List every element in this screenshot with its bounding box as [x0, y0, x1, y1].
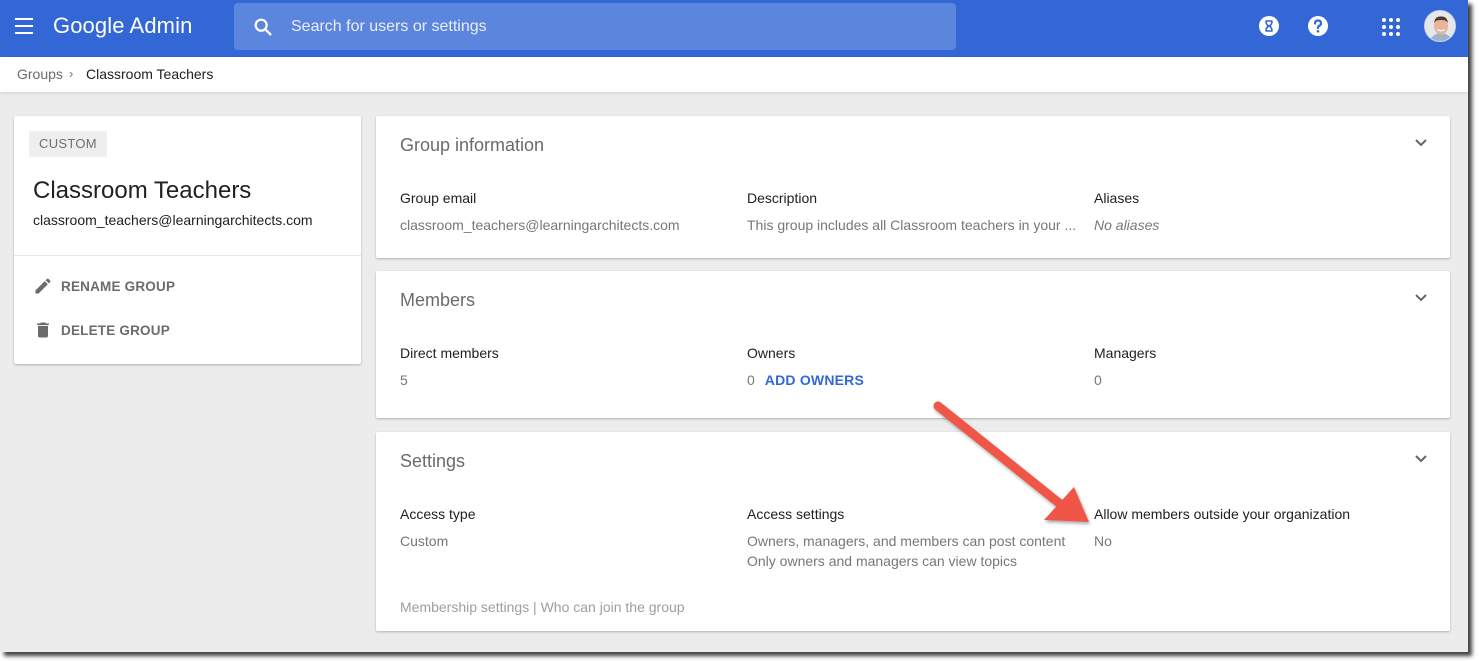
access-type-label: Access type: [400, 506, 476, 522]
group-email-value: classroom_teachers@learningarchitects.co…: [400, 217, 680, 233]
user-photo-icon: [1425, 11, 1455, 41]
search-input[interactable]: [291, 3, 931, 50]
app-title[interactable]: Google Admin: [53, 13, 192, 39]
external-members-label: Allow members outside your organization: [1094, 506, 1351, 522]
chevron-down-icon[interactable]: [1414, 454, 1428, 464]
app-window: Google Admin Search for users or setting…: [0, 0, 1468, 652]
owners-label: Owners: [747, 345, 796, 361]
settings-panel: Settings Access type Custom Access setti…: [376, 432, 1450, 631]
group-summary-card: CUSTOM Classroom Teachers classroom_teac…: [14, 116, 361, 364]
rename-group-button[interactable]: RENAME GROUP: [33, 274, 175, 298]
trash-icon: [37, 322, 49, 338]
description-label: Description: [747, 190, 818, 206]
access-settings-line-1: Owners, managers, and members can post c…: [747, 533, 1066, 549]
breadcrumb-groups-link[interactable]: Groups: [17, 66, 63, 82]
description-value: This group includes all Classroom teache…: [747, 217, 1077, 233]
group-information-panel: Group information Group email classroom_…: [376, 116, 1450, 258]
panel-title[interactable]: Settings: [400, 451, 465, 472]
owners-count: 0: [747, 372, 755, 388]
external-members-value: No: [1094, 533, 1112, 549]
access-settings-label: Access settings: [747, 506, 845, 522]
apps-grid-icon[interactable]: [1381, 17, 1401, 37]
chevron-down-icon[interactable]: [1414, 293, 1428, 303]
panel-title[interactable]: Members: [400, 290, 475, 311]
aliases-label: Aliases: [1094, 190, 1140, 206]
breadcrumb-current: Classroom Teachers: [86, 66, 214, 82]
search-icon[interactable]: [252, 16, 274, 38]
timer-icon[interactable]: [1258, 15, 1280, 37]
add-owners-button[interactable]: ADD OWNERS: [765, 372, 864, 388]
rename-group-label: RENAME GROUP: [61, 278, 176, 294]
managers-count: 0: [1094, 372, 1102, 388]
help-icon[interactable]: [1307, 15, 1329, 37]
search-bar[interactable]: [234, 3, 956, 50]
aliases-value: No aliases: [1094, 217, 1160, 233]
access-settings-line-2: Only owners and managers can view topics: [747, 553, 1018, 569]
delete-group-button[interactable]: DELETE GROUP: [33, 318, 170, 342]
direct-members-label: Direct members: [400, 345, 499, 361]
members-panel: Members Direct members 5 Owners 0 ADD OWN…: [376, 271, 1450, 418]
divider: [14, 255, 361, 256]
pencil-icon: [35, 278, 51, 294]
managers-label: Managers: [1094, 345, 1157, 361]
direct-members-count[interactable]: 5: [400, 372, 408, 388]
breadcrumb: Groups › Classroom Teachers: [0, 57, 1468, 92]
group-type-badge: CUSTOM: [29, 131, 107, 157]
top-app-bar: Google Admin: [0, 0, 1468, 57]
access-type-value: Custom: [400, 533, 449, 549]
footer-separator: |: [529, 599, 541, 615]
chevron-right-icon: ›: [69, 66, 74, 81]
group-name: Classroom Teachers: [33, 177, 252, 204]
settings-footer: Membership settings | Who can join the g…: [400, 599, 685, 615]
group-email: classroom_teachers@learningarchitects.co…: [33, 212, 313, 228]
delete-group-label: DELETE GROUP: [61, 322, 170, 338]
owners-value: 0 ADD OWNERS: [747, 372, 864, 388]
avatar[interactable]: [1424, 10, 1456, 42]
membership-settings-link[interactable]: Membership settings: [400, 599, 529, 615]
menu-icon[interactable]: [15, 18, 35, 34]
group-email-label: Group email: [400, 190, 477, 206]
chevron-down-icon[interactable]: [1414, 138, 1428, 148]
panel-title[interactable]: Group information: [400, 135, 544, 156]
who-can-join-link[interactable]: Who can join the group: [541, 599, 685, 615]
